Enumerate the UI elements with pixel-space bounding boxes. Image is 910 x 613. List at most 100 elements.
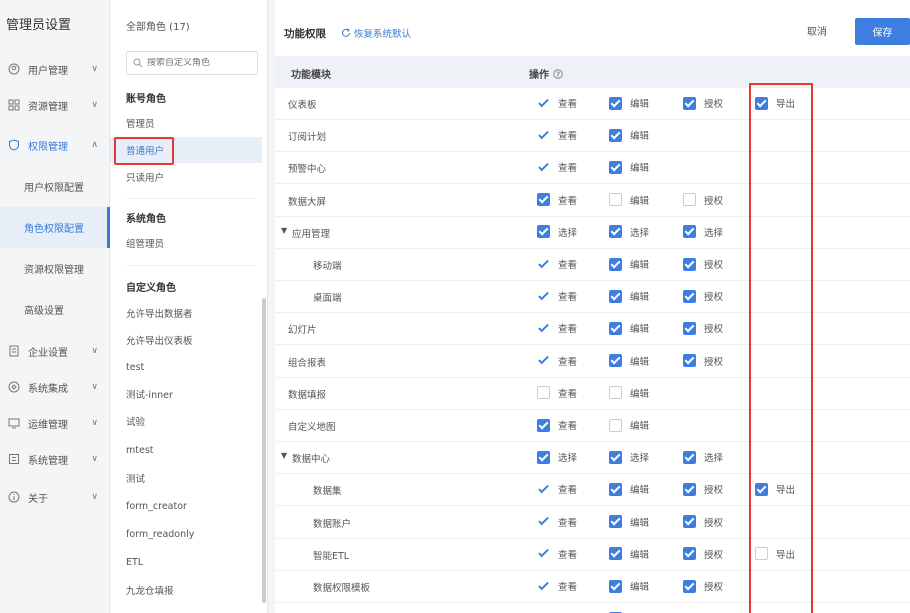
permission-option[interactable]: 编辑	[609, 321, 649, 335]
nav-operations-management[interactable]: 运维管理 ∨	[0, 408, 110, 438]
expand-caret-icon[interactable]: ▼	[281, 451, 287, 460]
sub-item-role-permission[interactable]: 角色权限配置	[0, 207, 110, 248]
nav-enterprise-settings[interactable]: 企业设置 ∨	[0, 336, 110, 366]
permission-option[interactable]: 编辑	[609, 579, 649, 593]
checkbox-checked[interactable]	[537, 322, 550, 335]
checkbox-checked[interactable]	[683, 354, 696, 368]
permission-option[interactable]: 查看	[537, 482, 577, 496]
checkbox-checked[interactable]	[683, 450, 696, 464]
checkbox-unchecked[interactable]	[609, 193, 622, 207]
permission-option[interactable]: 查看	[537, 160, 577, 174]
permission-option[interactable]: 编辑	[609, 257, 649, 271]
checkbox-checked[interactable]	[537, 258, 550, 271]
permission-option[interactable]: 查看	[537, 257, 577, 271]
sub-item-user-permission[interactable]: 用户权限配置	[0, 166, 110, 207]
checkbox-checked[interactable]	[683, 579, 696, 593]
checkbox-unchecked[interactable]	[609, 386, 622, 400]
checkbox-checked[interactable]	[609, 128, 622, 142]
permission-option[interactable]: 查看	[537, 289, 577, 303]
permission-option[interactable]: 查看	[537, 128, 577, 142]
role-item[interactable]: 管理员	[110, 110, 262, 136]
permission-option[interactable]: 授权	[683, 354, 723, 368]
permission-option[interactable]: 授权	[683, 96, 723, 110]
sub-item-advanced-settings[interactable]: 高级设置	[0, 289, 110, 330]
checkbox-checked[interactable]	[537, 161, 550, 174]
checkbox-checked[interactable]	[609, 289, 622, 303]
help-icon[interactable]: ?	[553, 68, 563, 79]
permission-option[interactable]: 授权	[683, 193, 723, 207]
role-item[interactable]: 测试-inner	[110, 381, 262, 407]
permission-option[interactable]: 选择	[683, 450, 723, 464]
permission-option[interactable]: 编辑	[609, 289, 649, 303]
permission-option[interactable]: 编辑	[609, 160, 649, 174]
checkbox-checked[interactable]	[537, 129, 550, 142]
sub-item-resource-permission[interactable]: 资源权限管理	[0, 248, 110, 289]
role-item[interactable]: 测试	[110, 465, 262, 491]
checkbox-checked[interactable]	[537, 483, 550, 496]
permission-option[interactable]: 授权	[683, 515, 723, 529]
checkbox-checked[interactable]	[609, 96, 622, 110]
checkbox-checked[interactable]	[683, 289, 696, 303]
checkbox-checked[interactable]	[537, 515, 550, 528]
permission-option[interactable]: 查看	[537, 515, 577, 529]
nav-system-management[interactable]: 系统管理 ∨	[0, 444, 110, 474]
checkbox-checked[interactable]	[609, 547, 622, 561]
permission-option[interactable]: 选择	[683, 225, 723, 239]
permission-option[interactable]: 选择	[537, 450, 577, 464]
permission-option[interactable]: 授权	[683, 289, 723, 303]
checkbox-unchecked[interactable]	[537, 386, 550, 400]
save-button[interactable]: 保存	[855, 18, 910, 45]
checkbox-checked[interactable]	[683, 96, 696, 110]
permission-option[interactable]: 编辑	[609, 128, 649, 142]
role-item[interactable]: ETL	[110, 549, 262, 575]
nav-resource-management[interactable]: 资源管理 ∨	[0, 90, 110, 120]
permission-option[interactable]: 编辑	[609, 482, 649, 496]
checkbox-checked[interactable]	[537, 450, 550, 464]
roles-scrollbar[interactable]	[262, 298, 266, 603]
nav-permission-management[interactable]: 权限管理 ∧	[0, 130, 110, 160]
role-item[interactable]: 组管理员	[110, 230, 262, 256]
permission-option[interactable]: 查看	[537, 193, 577, 207]
checkbox-checked[interactable]	[683, 225, 696, 239]
checkbox-checked[interactable]	[537, 290, 550, 303]
permission-option[interactable]: 选择	[537, 225, 577, 239]
expand-caret-icon[interactable]: ▼	[281, 226, 287, 235]
permission-option[interactable]: 查看	[537, 579, 577, 593]
role-item[interactable]: mtest	[110, 437, 262, 463]
role-item[interactable]: 允许导出仪表板	[110, 327, 262, 353]
role-item[interactable]: 试验	[110, 408, 262, 434]
permission-option[interactable]: 查看	[537, 547, 577, 561]
role-item[interactable]: form_creator	[110, 493, 262, 519]
permission-option[interactable]: 编辑	[609, 386, 649, 400]
checkbox-checked[interactable]	[683, 547, 696, 561]
permission-option[interactable]: 选择	[609, 225, 649, 239]
checkbox-unchecked[interactable]	[683, 193, 696, 207]
cancel-button[interactable]: 取消	[807, 23, 827, 38]
nav-user-management[interactable]: 用户管理 ∨	[0, 54, 110, 84]
nav-about[interactable]: 关于 ∨	[0, 482, 110, 512]
checkbox-checked[interactable]	[537, 354, 550, 367]
checkbox-checked[interactable]	[537, 418, 550, 432]
checkbox-checked[interactable]	[609, 225, 622, 239]
checkbox-checked[interactable]	[609, 482, 622, 496]
permission-option[interactable]: 查看	[537, 354, 577, 368]
permission-option[interactable]: 编辑	[609, 547, 649, 561]
role-search-input[interactable]	[147, 58, 247, 68]
checkbox-unchecked[interactable]	[609, 418, 622, 432]
permission-option[interactable]: 编辑	[609, 354, 649, 368]
checkbox-checked[interactable]	[609, 515, 622, 529]
checkbox-checked[interactable]	[683, 515, 696, 529]
permission-option[interactable]: 授权	[683, 257, 723, 271]
role-item[interactable]: 允许导出数据者	[110, 300, 262, 326]
checkbox-checked[interactable]	[683, 321, 696, 335]
permission-option[interactable]: 授权	[683, 547, 723, 561]
permission-option[interactable]: 授权	[683, 579, 723, 593]
restore-default-link[interactable]: 恢复系统默认	[341, 26, 411, 40]
permission-option[interactable]: 选择	[609, 450, 649, 464]
permission-option[interactable]: 编辑	[609, 418, 649, 432]
permission-option[interactable]: 编辑	[609, 193, 649, 207]
role-item[interactable]: test	[110, 354, 262, 380]
checkbox-checked[interactable]	[537, 97, 550, 110]
checkbox-checked[interactable]	[537, 193, 550, 207]
checkbox-checked[interactable]	[609, 579, 622, 593]
